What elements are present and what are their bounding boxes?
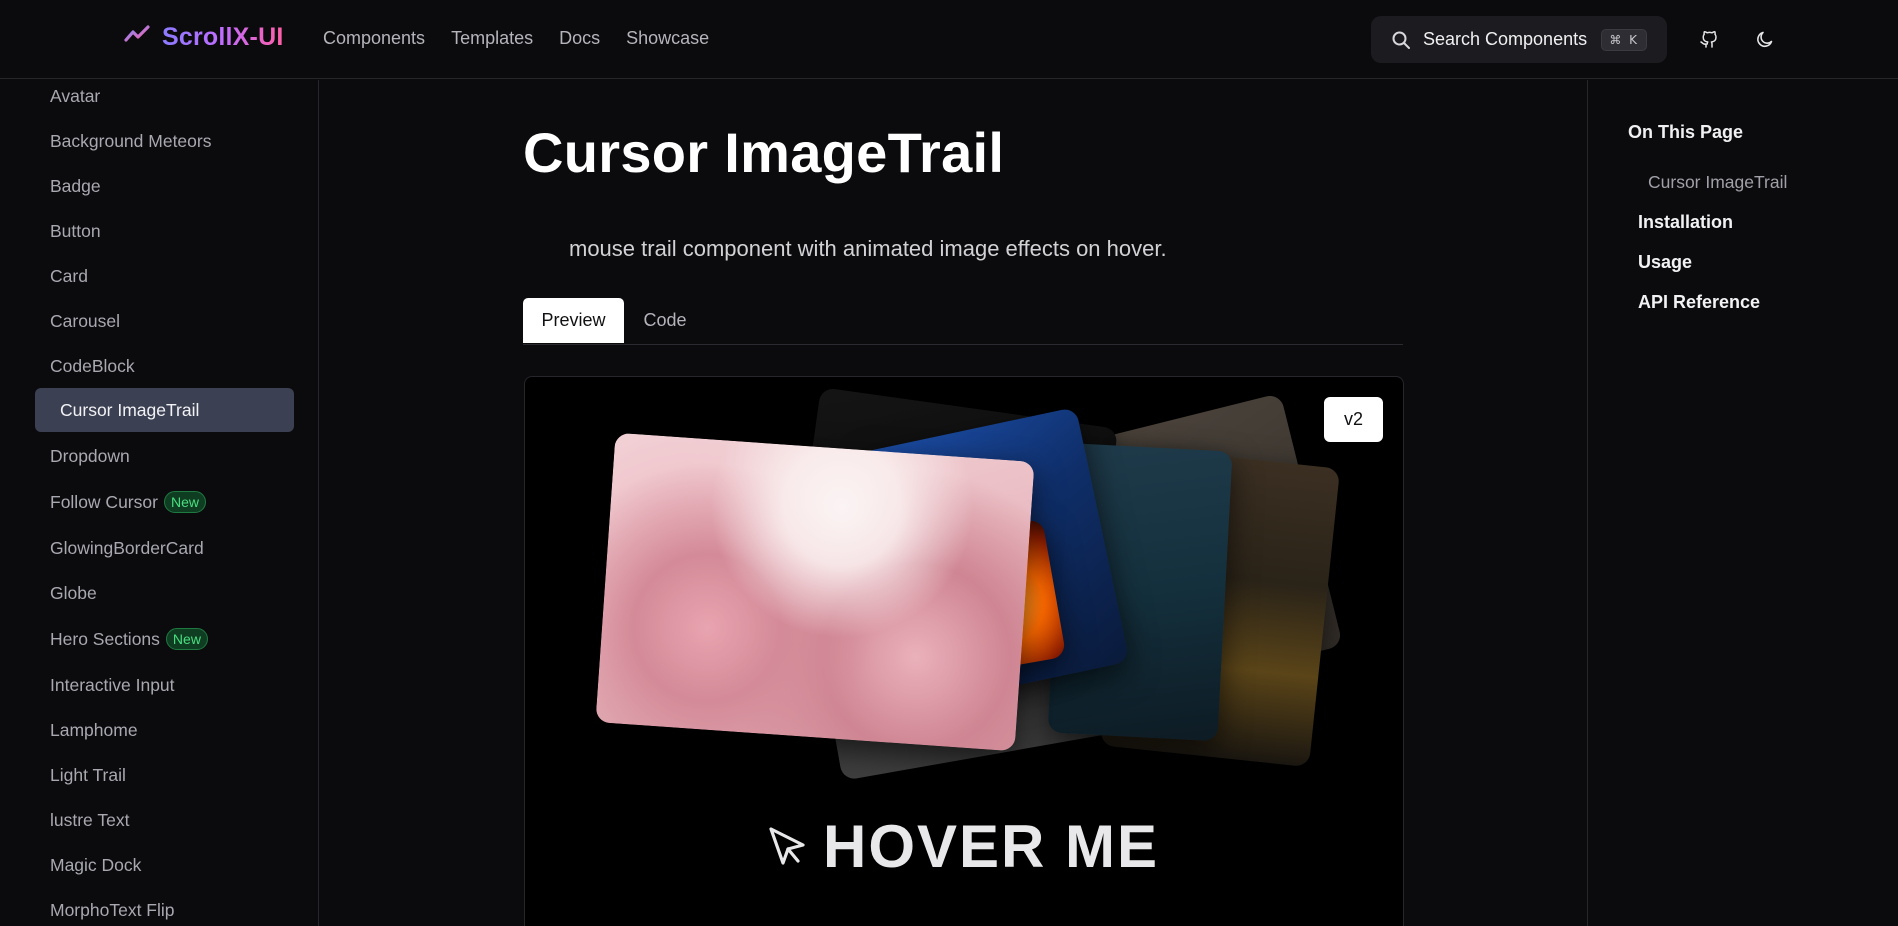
cursor-arrow-icon bbox=[769, 826, 805, 865]
tab-preview[interactable]: Preview bbox=[523, 298, 624, 343]
sidebar-item-label: Follow Cursor bbox=[50, 491, 158, 512]
sidebar-item-label: Button bbox=[50, 220, 101, 241]
logo[interactable]: ScrollX-UI bbox=[122, 22, 283, 52]
version-badge[interactable]: v2 bbox=[1324, 397, 1383, 442]
sidebar-item-label: Globe bbox=[50, 582, 97, 603]
nav-showcase[interactable]: Showcase bbox=[626, 28, 709, 49]
sidebar-item-button[interactable]: Button bbox=[35, 209, 294, 253]
sidebar-item-avatar[interactable]: Avatar bbox=[35, 80, 294, 112]
chart-logo-icon bbox=[124, 25, 150, 48]
sidebar-item-lustre-text[interactable]: lustre Text bbox=[35, 798, 294, 842]
sidebar-item-codeblock[interactable]: CodeBlock bbox=[35, 344, 294, 388]
trail-image-cherry-blossom bbox=[595, 432, 1035, 752]
sidebar-item-label: Card bbox=[50, 265, 88, 286]
sidebar-item-morphotext-flip[interactable]: MorphoText Flip bbox=[35, 888, 294, 926]
toc-title: On This Page bbox=[1628, 122, 1744, 142]
nav-docs[interactable]: Docs bbox=[559, 28, 600, 49]
sidebar-item-label: Interactive Input bbox=[50, 674, 175, 695]
hover-me-text: HOVER ME bbox=[823, 813, 1160, 880]
sidebar-item-label: MorphoText Flip bbox=[50, 899, 175, 920]
sidebar-item-light-trail[interactable]: Light Trail bbox=[35, 753, 294, 797]
sidebar-item-label: Badge bbox=[50, 175, 101, 196]
sidebar-item-label: Background Meteors bbox=[50, 130, 212, 151]
sidebar-item-dropdown[interactable]: Dropdown bbox=[35, 434, 294, 478]
toc-item-usage[interactable]: Usage bbox=[1638, 252, 1692, 273]
logo-text: ScrollX-UI bbox=[162, 22, 284, 51]
sidebar-item-card[interactable]: Card bbox=[35, 254, 294, 298]
sidebar-item-interactive-input[interactable]: Interactive Input bbox=[35, 663, 294, 707]
search-components-button[interactable]: Search Components ⌘ K bbox=[1371, 16, 1667, 63]
new-badge: New bbox=[165, 628, 208, 650]
github-button[interactable] bbox=[1694, 24, 1724, 54]
sidebar-item-label: Carousel bbox=[50, 310, 121, 331]
component-preview[interactable]: v2 HOVER ME bbox=[524, 376, 1404, 926]
sidebar-item-label: Hero Sections bbox=[50, 628, 160, 649]
sidebar-item-follow-cursor[interactable]: Follow Cursor New bbox=[35, 480, 294, 524]
sidebar-item-label: Light Trail bbox=[50, 764, 126, 785]
sidebar-item-magic-dock[interactable]: Magic Dock bbox=[35, 843, 294, 887]
tab-code[interactable]: Code bbox=[624, 298, 706, 343]
toc-item-api-reference[interactable]: API Reference bbox=[1638, 292, 1760, 313]
sidebar-item-label: Magic Dock bbox=[50, 854, 142, 875]
sidebar-item-hero-sections[interactable]: Hero Sections New bbox=[35, 617, 294, 661]
hover-me-label: HOVER ME bbox=[765, 812, 1159, 881]
page-title: Cursor ImageTrail bbox=[523, 121, 1005, 184]
sidebar-item-background-meteors[interactable]: Background Meteors bbox=[35, 119, 294, 163]
github-icon bbox=[1700, 31, 1717, 48]
sidebar-item-label: CodeBlock bbox=[50, 355, 135, 376]
sidebar-item-cursor-imagetrail[interactable]: Cursor ImageTrail bbox=[35, 388, 294, 432]
sidebar-item-label: Dropdown bbox=[50, 445, 130, 466]
nav-components[interactable]: Components bbox=[323, 28, 425, 49]
new-badge: New bbox=[163, 491, 206, 513]
top-navigation: ScrollX-UI Components Templates Docs Sho… bbox=[0, 0, 1898, 79]
sidebar-item-label: Lamphome bbox=[50, 719, 138, 740]
theme-toggle-button[interactable] bbox=[1750, 24, 1780, 54]
sidebar-item-lamphome[interactable]: Lamphome bbox=[35, 708, 294, 752]
main-content: Cursor ImageTrail mouse trail component … bbox=[320, 80, 1587, 926]
toc-item-cursor-imagetrail[interactable]: Cursor ImageTrail bbox=[1648, 172, 1787, 193]
preview-code-tabs: Preview Code bbox=[523, 298, 1403, 345]
search-shortcut-badge: ⌘ K bbox=[1601, 28, 1647, 51]
nav-templates[interactable]: Templates bbox=[451, 28, 533, 49]
moon-icon bbox=[1757, 31, 1773, 48]
sidebar-item-carousel[interactable]: Carousel bbox=[35, 299, 294, 343]
sidebar-item-label: Avatar bbox=[50, 85, 101, 106]
sidebar-item-label: lustre Text bbox=[50, 809, 130, 830]
sidebar-item-label: Cursor ImageTrail bbox=[60, 399, 200, 420]
toc-item-installation[interactable]: Installation bbox=[1638, 212, 1733, 233]
sidebar-item-badge[interactable]: Badge bbox=[35, 164, 294, 208]
sidebar: Avatar Background Meteors Badge Button C… bbox=[0, 80, 319, 926]
main-nav: Components Templates Docs Showcase bbox=[323, 28, 709, 49]
sidebar-item-label: GlowingBorderCard bbox=[50, 537, 204, 558]
search-label: Search Components bbox=[1423, 29, 1588, 49]
search-icon bbox=[1392, 31, 1410, 49]
table-of-contents: On This Page Cursor ImageTrail Installat… bbox=[1587, 80, 1898, 926]
page-description: mouse trail component with animated imag… bbox=[569, 236, 1167, 261]
sidebar-item-glowingbordercard[interactable]: GlowingBorderCard bbox=[35, 526, 294, 570]
sidebar-item-globe[interactable]: Globe bbox=[35, 571, 294, 615]
